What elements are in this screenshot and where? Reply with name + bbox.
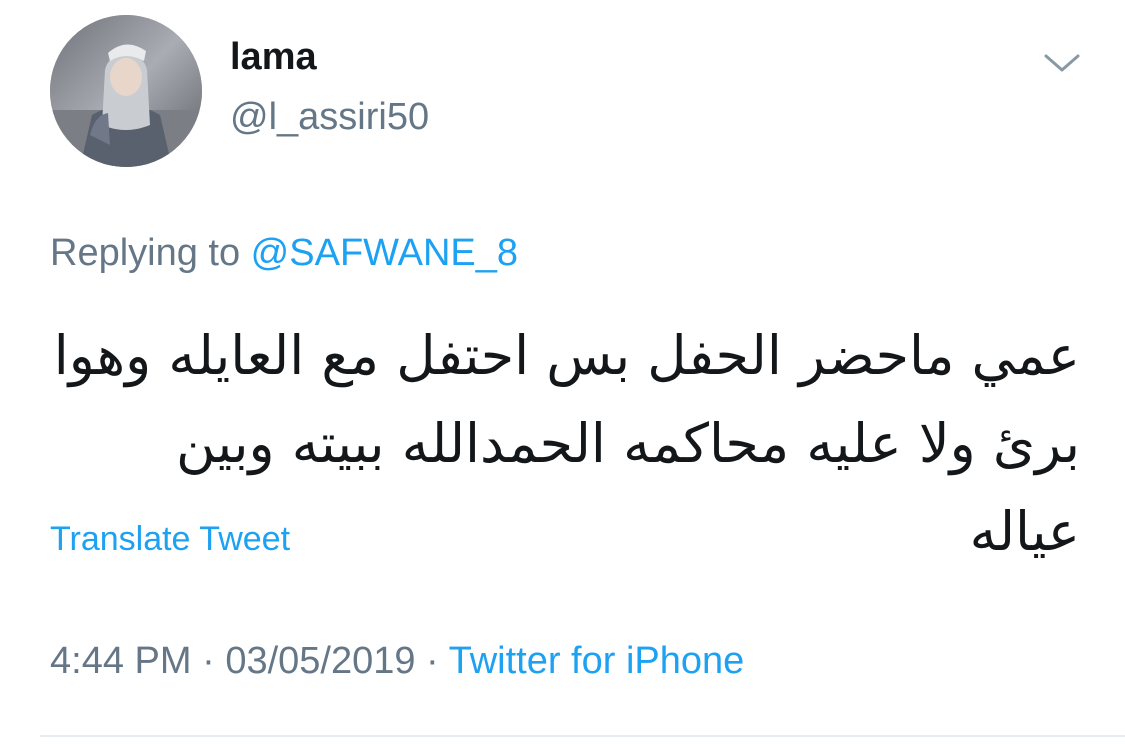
- tweet-date: 03/05/2019: [225, 640, 416, 682]
- tweet-source-link[interactable]: Twitter for iPhone: [449, 640, 745, 682]
- display-name[interactable]: lama: [230, 38, 317, 76]
- tweet: lama @l_assiri50 Replying to @SAFWANE_8 …: [0, 0, 1125, 750]
- replying-to-label: Replying to: [50, 232, 251, 274]
- tweet-time: 4:44 PM: [50, 640, 192, 682]
- avatar-photo: [50, 15, 202, 167]
- user-handle[interactable]: @l_assiri50: [230, 98, 429, 136]
- meta-separator: ·: [415, 640, 449, 682]
- chevron-down-icon[interactable]: [1040, 48, 1084, 78]
- meta-separator: ·: [191, 640, 226, 682]
- translate-tweet-link[interactable]: Translate Tweet: [50, 522, 290, 556]
- divider: [40, 735, 1125, 737]
- reply-mention-link[interactable]: @SAFWANE_8: [251, 232, 518, 274]
- tweet-metadata: 4:44 PM · 03/05/2019 · Twitter for iPhon…: [50, 642, 744, 680]
- replying-to: Replying to @SAFWANE_8: [50, 234, 518, 272]
- avatar[interactable]: [50, 15, 202, 167]
